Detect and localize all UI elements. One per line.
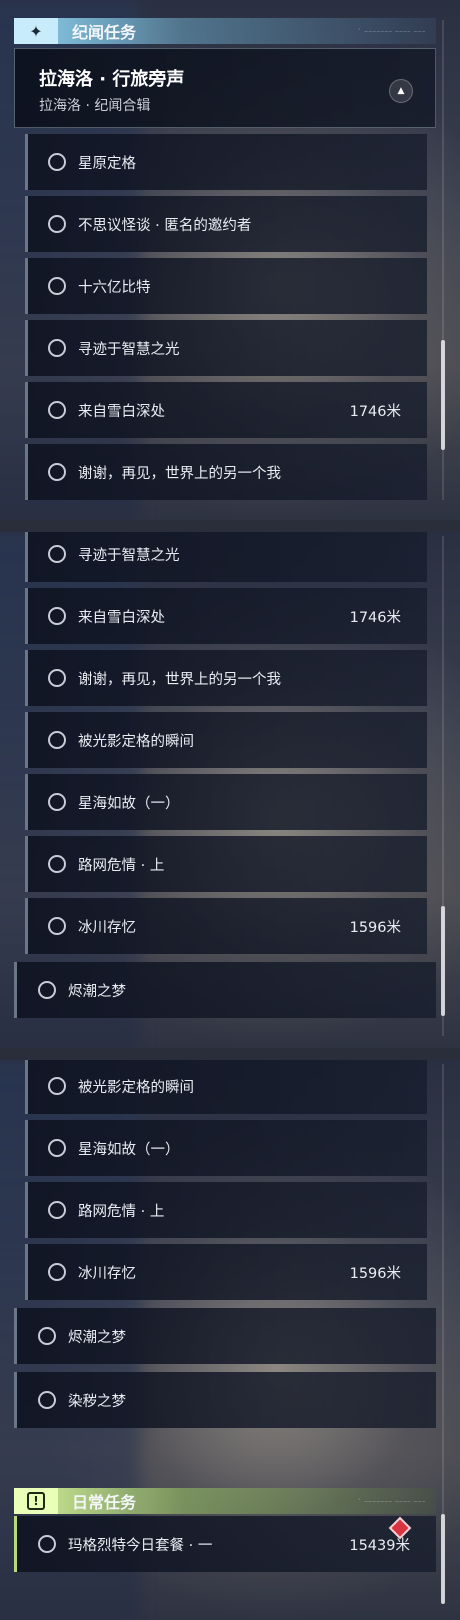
quest-label: 寻迹于智慧之光 [78,341,180,358]
collapse-icon[interactable]: ▲ [389,79,413,103]
quest-item[interactable]: 星原定格 [25,134,427,190]
quest-distance: 1596米 [349,1265,401,1282]
decorative-line: ﾟ ─────── ──── ─── [358,28,426,35]
circle-icon [48,1201,66,1219]
quest-label: 烬潮之梦 [68,1329,126,1346]
quest-label: 星海如故（一） [78,1141,180,1158]
quest-item[interactable]: 路网危情 · 上 [25,836,427,892]
quest-item[interactable]: 路网危情 · 上 [25,1182,427,1238]
quest-item[interactable]: 被光影定格的瞬间 [25,712,427,768]
quest-label: 路网危情 · 上 [78,1203,165,1220]
quest-label: 烬潮之梦 [68,983,126,1000]
circle-icon [48,277,66,295]
scrollbar[interactable] [441,536,445,1036]
quest-distance: 1746米 [349,609,401,626]
quest-label: 来自雪白深处 [78,403,165,420]
circle-icon [38,1327,56,1345]
decorative-line: ﾟ ─────── ──── ─── [358,1498,426,1505]
quest-label: 不思议怪谈 · 匿名的邀约者 [78,217,252,234]
circle-icon [48,731,66,749]
quest-item[interactable]: 来自雪白深处 1746米 [25,382,427,438]
circle-icon [48,215,66,233]
group-subtitle: 拉海洛 · 纪闻合辑 [39,98,151,114]
quest-item[interactable]: 谢谢，再见，世界上的另一个我 [25,444,427,500]
group-title: 拉海洛 · 行旅旁声 [39,69,185,90]
quest-item[interactable]: 染秽之梦 [14,1372,436,1428]
scroll-thumb[interactable] [441,906,445,1016]
quest-item[interactable]: 寻迹于智慧之光 [25,532,427,582]
quest-item[interactable]: 星海如故（一） [25,1120,427,1176]
circle-icon [38,1535,56,1553]
circle-icon [38,981,56,999]
exclamation-icon: ! [14,1488,58,1514]
scroll-thumb[interactable] [441,340,445,450]
circle-icon [48,463,66,481]
circle-icon [48,1139,66,1157]
quest-item[interactable]: 烬潮之梦 [14,962,436,1018]
quest-item[interactable]: 玛格烈特今日套餐 · 一 15439米 [14,1516,436,1572]
quest-item[interactable]: 不思议怪谈 · 匿名的邀约者 [25,196,427,252]
scrollbar[interactable] [441,20,445,500]
quest-label: 谢谢，再见，世界上的另一个我 [78,671,281,688]
quest-item[interactable]: 来自雪白深处 1746米 [25,588,427,644]
circle-icon [48,401,66,419]
quest-label: 路网危情 · 上 [78,857,165,874]
quest-label: 冰川存忆 [78,919,136,936]
circle-icon [38,1391,56,1409]
quest-label: 被光影定格的瞬间 [78,733,194,750]
circle-icon [48,607,66,625]
quest-label: 冰川存忆 [78,1265,136,1282]
panel-1: ✦ 纪闻任务 ﾟ ─────── ──── ─── 拉海洛 · 行旅旁声 拉海洛… [0,0,460,520]
circle-icon [48,1077,66,1095]
scroll-thumb[interactable] [441,1514,445,1604]
quest-label: 星海如故（一） [78,795,180,812]
panel-2: 寻迹于智慧之光 来自雪白深处 1746米谢谢，再见，世界上的另一个我 被光影定格的瞬间… [0,532,460,1048]
quest-item[interactable]: 谢谢，再见，世界上的另一个我 [25,650,427,706]
circle-icon [48,545,66,563]
section-title: 纪闻任务 [72,23,137,42]
quest-label: 十六亿比特 [78,279,151,296]
quest-item[interactable]: 冰川存忆 1596米 [25,1244,427,1300]
circle-icon [48,339,66,357]
quest-label: 谢谢，再见，世界上的另一个我 [78,465,281,482]
quest-item[interactable]: 星海如故（一） [25,774,427,830]
circle-icon [48,1263,66,1281]
circle-icon [48,917,66,935]
quest-distance: 1596米 [349,919,401,936]
circle-icon [48,153,66,171]
quest-label: 寻迹于智慧之光 [78,547,180,564]
quest-label: 来自雪白深处 [78,609,165,626]
section-header-daily[interactable]: ! 日常任务 ﾟ ─────── ──── ─── [14,1488,436,1514]
circle-icon [48,855,66,873]
circle-icon [48,669,66,687]
quest-label: 被光影定格的瞬间 [78,1079,194,1096]
circle-icon [48,793,66,811]
group-card[interactable]: 拉海洛 · 行旅旁声 拉海洛 · 纪闻合辑 ▲ [14,48,436,128]
panel-3: 被光影定格的瞬间 星海如故（一） 路网危情 · 上冰川存忆 1596米烬潮之梦染秽之梦… [0,1060,460,1620]
quest-label: 星原定格 [78,155,136,172]
section-title: 日常任务 [72,1493,137,1512]
quest-item[interactable]: 寻迹于智慧之光 [25,320,427,376]
section-header-mission[interactable]: ✦ 纪闻任务 ﾟ ─────── ──── ─── [14,18,436,44]
quest-label: 染秽之梦 [68,1393,126,1410]
quest-item[interactable]: 冰川存忆 1596米 [25,898,427,954]
sparkle-icon: ✦ [14,18,58,44]
quest-item[interactable]: 被光影定格的瞬间 [25,1060,427,1114]
quest-item[interactable]: 十六亿比特 [25,258,427,314]
quest-distance: 1746米 [349,403,401,420]
quest-item[interactable]: 烬潮之梦 [14,1308,436,1364]
quest-label: 玛格烈特今日套餐 · 一 [68,1537,213,1554]
scrollbar[interactable] [441,1064,445,1604]
